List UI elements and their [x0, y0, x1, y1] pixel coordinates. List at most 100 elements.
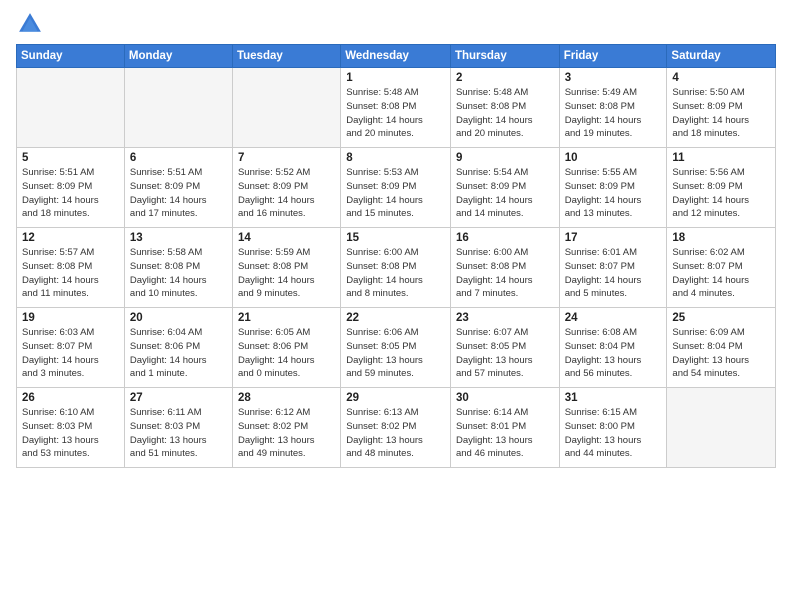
- day-number: 13: [130, 232, 227, 244]
- weekday-header-thursday: Thursday: [450, 45, 559, 68]
- day-number: 19: [22, 312, 119, 324]
- page: SundayMondayTuesdayWednesdayThursdayFrid…: [0, 0, 792, 612]
- day-info: Sunrise: 5:55 AMSunset: 8:09 PMDaylight:…: [565, 166, 662, 221]
- day-info: Sunrise: 6:10 AMSunset: 8:03 PMDaylight:…: [22, 406, 119, 461]
- calendar-cell: 10 Sunrise: 5:55 AMSunset: 8:09 PMDayligh…: [559, 148, 667, 228]
- calendar-cell: 12 Sunrise: 5:57 AMSunset: 8:08 PMDayligh…: [17, 228, 125, 308]
- weekday-header-sunday: Sunday: [17, 45, 125, 68]
- calendar-cell: 21 Sunrise: 6:05 AMSunset: 8:06 PMDayligh…: [232, 308, 340, 388]
- week-row-3: 12 Sunrise: 5:57 AMSunset: 8:08 PMDayligh…: [17, 228, 776, 308]
- day-number: 20: [130, 312, 227, 324]
- day-info: Sunrise: 6:07 AMSunset: 8:05 PMDaylight:…: [456, 326, 554, 381]
- week-row-4: 19Sunrise: 6:03 AMSunset: 8:07 PMDayligh…: [17, 308, 776, 388]
- day-number: 24: [565, 312, 662, 324]
- calendar-cell: [232, 68, 340, 148]
- calendar-cell: 9Sunrise: 5:54 AMSunset: 8:09 PMDaylight…: [450, 148, 559, 228]
- calendar-cell: 14 Sunrise: 5:59 AMSunset: 8:08 PMDayligh…: [232, 228, 340, 308]
- day-info: Sunrise: 6:15 AMSunset: 8:00 PMDaylight:…: [565, 406, 662, 461]
- day-info: Sunrise: 6:08 AMSunset: 8:04 PMDaylight:…: [565, 326, 662, 381]
- day-info: Sunrise: 6:14 AMSunset: 8:01 PMDaylight:…: [456, 406, 554, 461]
- day-info: Sunrise: 5:48 AMSunset: 8:08 PMDaylight:…: [346, 86, 445, 141]
- day-number: 15: [346, 232, 445, 244]
- calendar-cell: 31Sunrise: 6:15 AMSunset: 8:00 PMDayligh…: [559, 388, 667, 468]
- day-info: Sunrise: 6:09 AMSunset: 8:04 PMDaylight:…: [672, 326, 770, 381]
- calendar-cell: [667, 388, 776, 468]
- header: [16, 10, 776, 38]
- calendar-cell: 26 Sunrise: 6:10 AMSunset: 8:03 PMDayligh…: [17, 388, 125, 468]
- calendar-cell: [17, 68, 125, 148]
- calendar-cell: 5 Sunrise: 5:51 AMSunset: 8:09 PMDaylight…: [17, 148, 125, 228]
- day-info: Sunrise: 6:01 AMSunset: 8:07 PMDaylight:…: [565, 246, 662, 301]
- day-info: Sunrise: 5:59 AMSunset: 8:08 PMDaylight:…: [238, 246, 335, 301]
- day-info: Sunrise: 5:50 AMSunset: 8:09 PMDaylight:…: [672, 86, 770, 141]
- calendar-cell: 1Sunrise: 5:48 AMSunset: 8:08 PMDaylight…: [341, 68, 451, 148]
- calendar-cell: 6 Sunrise: 5:51 AMSunset: 8:09 PMDaylight…: [124, 148, 232, 228]
- day-info: Sunrise: 6:11 AMSunset: 8:03 PMDaylight:…: [130, 406, 227, 461]
- calendar: SundayMondayTuesdayWednesdayThursdayFrid…: [16, 44, 776, 468]
- calendar-cell: 16Sunrise: 6:00 AMSunset: 8:08 PMDayligh…: [450, 228, 559, 308]
- weekday-header-wednesday: Wednesday: [341, 45, 451, 68]
- day-number: 2: [456, 72, 554, 84]
- day-number: 11: [672, 152, 770, 164]
- day-number: 5: [22, 152, 119, 164]
- calendar-cell: 25 Sunrise: 6:09 AMSunset: 8:04 PMDayligh…: [667, 308, 776, 388]
- weekday-header-row: SundayMondayTuesdayWednesdayThursdayFrid…: [17, 45, 776, 68]
- day-number: 21: [238, 312, 335, 324]
- day-info: Sunrise: 6:05 AMSunset: 8:06 PMDaylight:…: [238, 326, 335, 381]
- day-number: 12: [22, 232, 119, 244]
- week-row-5: 26 Sunrise: 6:10 AMSunset: 8:03 PMDayligh…: [17, 388, 776, 468]
- day-number: 10: [565, 152, 662, 164]
- weekday-header-monday: Monday: [124, 45, 232, 68]
- calendar-cell: 8 Sunrise: 5:53 AMSunset: 8:09 PMDaylight…: [341, 148, 451, 228]
- calendar-cell: 27 Sunrise: 6:11 AMSunset: 8:03 PMDayligh…: [124, 388, 232, 468]
- calendar-cell: 15 Sunrise: 6:00 AMSunset: 8:08 PMDayligh…: [341, 228, 451, 308]
- logo-icon: [16, 10, 44, 38]
- day-number: 6: [130, 152, 227, 164]
- day-info: Sunrise: 5:57 AMSunset: 8:08 PMDaylight:…: [22, 246, 119, 301]
- day-number: 3: [565, 72, 662, 84]
- day-info: Sunrise: 6:04 AMSunset: 8:06 PMDaylight:…: [130, 326, 227, 381]
- day-info: Sunrise: 6:06 AMSunset: 8:05 PMDaylight:…: [346, 326, 445, 381]
- day-info: Sunrise: 6:12 AMSunset: 8:02 PMDaylight:…: [238, 406, 335, 461]
- calendar-cell: 24 Sunrise: 6:08 AMSunset: 8:04 PMDayligh…: [559, 308, 667, 388]
- calendar-cell: 23 Sunrise: 6:07 AMSunset: 8:05 PMDayligh…: [450, 308, 559, 388]
- day-number: 27: [130, 392, 227, 404]
- day-number: 30: [456, 392, 554, 404]
- weekday-header-saturday: Saturday: [667, 45, 776, 68]
- logo: [16, 10, 48, 38]
- week-row-1: 1Sunrise: 5:48 AMSunset: 8:08 PMDaylight…: [17, 68, 776, 148]
- calendar-cell: 4Sunrise: 5:50 AMSunset: 8:09 PMDaylight…: [667, 68, 776, 148]
- day-number: 8: [346, 152, 445, 164]
- calendar-cell: 22 Sunrise: 6:06 AMSunset: 8:05 PMDayligh…: [341, 308, 451, 388]
- calendar-cell: 29Sunrise: 6:13 AMSunset: 8:02 PMDayligh…: [341, 388, 451, 468]
- day-number: 7: [238, 152, 335, 164]
- calendar-cell: 19Sunrise: 6:03 AMSunset: 8:07 PMDayligh…: [17, 308, 125, 388]
- calendar-cell: 3 Sunrise: 5:49 AMSunset: 8:08 PMDaylight…: [559, 68, 667, 148]
- weekday-header-friday: Friday: [559, 45, 667, 68]
- day-number: 22: [346, 312, 445, 324]
- day-info: Sunrise: 5:51 AMSunset: 8:09 PMDaylight:…: [22, 166, 119, 221]
- day-number: 17: [565, 232, 662, 244]
- calendar-cell: 13Sunrise: 5:58 AMSunset: 8:08 PMDayligh…: [124, 228, 232, 308]
- day-number: 16: [456, 232, 554, 244]
- day-info: Sunrise: 5:52 AMSunset: 8:09 PMDaylight:…: [238, 166, 335, 221]
- day-info: Sunrise: 5:56 AMSunset: 8:09 PMDaylight:…: [672, 166, 770, 221]
- day-number: 18: [672, 232, 770, 244]
- day-info: Sunrise: 5:53 AMSunset: 8:09 PMDaylight:…: [346, 166, 445, 221]
- day-number: 29: [346, 392, 445, 404]
- day-info: Sunrise: 6:02 AMSunset: 8:07 PMDaylight:…: [672, 246, 770, 301]
- day-number: 28: [238, 392, 335, 404]
- calendar-cell: 20 Sunrise: 6:04 AMSunset: 8:06 PMDayligh…: [124, 308, 232, 388]
- day-number: 25: [672, 312, 770, 324]
- day-info: Sunrise: 5:49 AMSunset: 8:08 PMDaylight:…: [565, 86, 662, 141]
- calendar-cell: 2 Sunrise: 5:48 AMSunset: 8:08 PMDaylight…: [450, 68, 559, 148]
- calendar-cell: 17 Sunrise: 6:01 AMSunset: 8:07 PMDayligh…: [559, 228, 667, 308]
- day-info: Sunrise: 5:48 AMSunset: 8:08 PMDaylight:…: [456, 86, 554, 141]
- day-number: 14: [238, 232, 335, 244]
- day-number: 26: [22, 392, 119, 404]
- calendar-cell: [124, 68, 232, 148]
- day-number: 23: [456, 312, 554, 324]
- day-info: Sunrise: 5:51 AMSunset: 8:09 PMDaylight:…: [130, 166, 227, 221]
- calendar-cell: 7 Sunrise: 5:52 AMSunset: 8:09 PMDaylight…: [232, 148, 340, 228]
- day-info: Sunrise: 6:00 AMSunset: 8:08 PMDaylight:…: [346, 246, 445, 301]
